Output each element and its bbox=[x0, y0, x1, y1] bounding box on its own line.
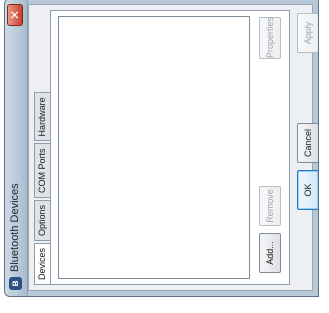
close-icon: ✕ bbox=[8, 9, 22, 21]
dialog-client-area: Devices Options COM Ports Hardware Add..… bbox=[28, 4, 319, 291]
tab-hardware[interactable]: Hardware bbox=[34, 92, 51, 142]
title-bar[interactable]: ʙ Bluetooth Devices ✕ bbox=[5, 0, 28, 296]
screen: ʙ Bluetooth Devices ✕ Devices Options CO… bbox=[0, 0, 329, 313]
cancel-button[interactable]: Cancel bbox=[297, 123, 319, 163]
apply-button[interactable]: Apply bbox=[297, 13, 319, 53]
bluetooth-icon: ʙ bbox=[9, 277, 22, 290]
devices-list[interactable] bbox=[58, 16, 250, 279]
window-title: Bluetooth Devices bbox=[9, 183, 21, 272]
tab-devices[interactable]: Devices bbox=[34, 242, 51, 285]
devices-tab-page: Add... Remove Properties bbox=[50, 10, 290, 285]
tab-com-ports[interactable]: COM Ports bbox=[34, 143, 51, 198]
add-button[interactable]: Add... bbox=[259, 233, 281, 273]
remove-button[interactable]: Remove bbox=[259, 186, 281, 226]
bluetooth-devices-dialog: ʙ Bluetooth Devices ✕ Devices Options CO… bbox=[4, 0, 319, 297]
tab-options[interactable]: Options bbox=[34, 199, 51, 241]
tab-strip: Devices Options COM Ports Hardware bbox=[34, 90, 51, 285]
close-button[interactable]: ✕ bbox=[7, 4, 23, 26]
ok-button[interactable]: OK bbox=[297, 170, 319, 210]
properties-button[interactable]: Properties bbox=[259, 17, 281, 59]
